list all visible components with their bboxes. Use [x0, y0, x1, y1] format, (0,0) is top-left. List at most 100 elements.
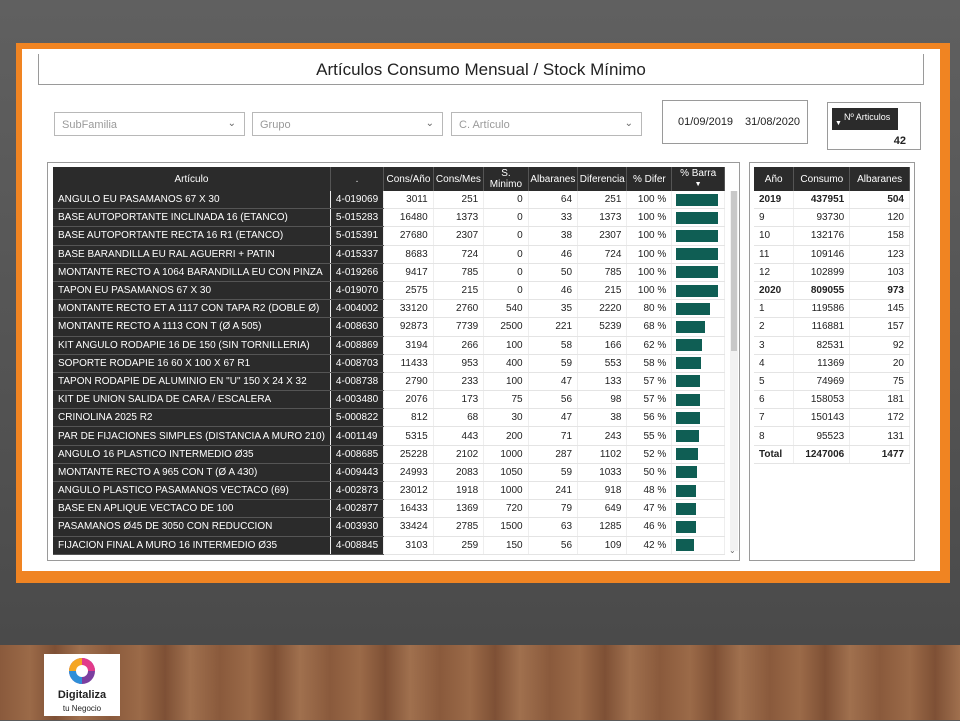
date-from[interactable]: 01/09/2019	[678, 116, 733, 128]
scrollbar-thumb[interactable]	[731, 191, 737, 351]
summary-row[interactable]: 5 74969 75	[754, 372, 910, 392]
table-row[interactable]: PAR DE FIJACIONES SIMPLES (DISTANCIA A M…	[53, 426, 725, 446]
col-header-albaranes[interactable]: Albaranes	[528, 167, 579, 191]
table-row[interactable]: MONTANTE RECTO A 965 CON T (Ø A 430) 4-00…	[53, 463, 725, 483]
dashboard-frame: Artículos Consumo Mensual / Stock Mínimo…	[16, 43, 950, 583]
table-row[interactable]: SOPORTE RODAPIE 16 60 X 100 X 67 R1 4-008…	[53, 354, 725, 373]
albaranes-cell: 59	[528, 463, 579, 483]
pct-difer-cell: 42 %	[626, 536, 673, 555]
subfamilia-dropdown[interactable]: SubFamilia ⌄	[54, 112, 245, 136]
summary-row[interactable]: Total 1247006 1477	[754, 445, 910, 464]
grupo-dropdown[interactable]: Grupo ⌄	[252, 112, 443, 136]
table-row[interactable]: MONTANTE RECTO A 1064 BARANDILLA EU CON …	[53, 263, 725, 282]
pct-barra-cell	[671, 372, 725, 392]
article-code-cell: 4-004002	[330, 299, 385, 319]
table-row[interactable]: KIT ANGULO RODAPIE 16 DE 150 (SIN TORNIL…	[53, 336, 725, 355]
diferencia-cell: 5239	[577, 317, 628, 337]
table-row[interactable]: TAPON RODAPIE DE ALUMINIO EN "U" 150 X 2…	[53, 372, 725, 392]
articles-table-body: ANGULO EU PASAMANOS 67 X 30 4-019069 3011 2…	[53, 191, 725, 555]
article-code-cell: 4-008703	[330, 354, 385, 373]
col-header-pct-barra[interactable]: % Barra ▼	[671, 167, 725, 191]
table-row[interactable]: BASE EN APLIQUE VECTACO DE 100 4-002877 16…	[53, 499, 725, 519]
scroll-down-icon[interactable]: ⌄	[729, 546, 736, 555]
col-header-pct-difer[interactable]: % Difer	[626, 167, 673, 191]
col-header-albaranes-summary[interactable]: Albaranes	[849, 167, 910, 191]
s-minimo-cell: 30	[483, 408, 529, 428]
albaranes-cell: 287	[528, 445, 579, 464]
chevron-down-icon: ⌄	[425, 118, 434, 129]
col-header-consumo[interactable]: Consumo	[793, 167, 851, 191]
pct-difer-cell: 52 %	[626, 445, 673, 464]
summary-row[interactable]: 9 93730 120	[754, 208, 910, 228]
col-header-articulo[interactable]: Artículo	[53, 167, 331, 191]
cons-ano-cell: 9417	[383, 263, 434, 282]
article-name-cell: SOPORTE RODAPIE 16 60 X 100 X 67 R1	[53, 354, 331, 373]
table-row[interactable]: ANGULO 16 PLASTICO INTERMEDIO Ø35 4-00868…	[53, 445, 725, 464]
col-header-ano[interactable]: Año	[754, 167, 795, 191]
table-row[interactable]: ANGULO EU PASAMANOS 67 X 30 4-019069 3011 2…	[53, 191, 725, 210]
summary-row[interactable]: 1 119586 145	[754, 299, 910, 319]
pct-barra-cell	[671, 281, 725, 301]
year-month-cell: 2019	[754, 191, 795, 210]
table-row[interactable]: PASAMANOS Ø45 DE 3050 CON REDUCCION 4-003…	[53, 517, 725, 537]
pct-barra-cell	[671, 299, 725, 319]
cons-mes-cell: 1373	[433, 208, 485, 228]
table-row[interactable]: CRINOLINA 2025 R2 5-000822 812 68 30 47 38 56 %	[53, 408, 725, 428]
summary-row[interactable]: 2020 809055 973	[754, 281, 910, 301]
consumo-cell: 74969	[793, 372, 851, 392]
table-row[interactable]: KIT DE UNION SALIDA DE CARA / ESCALERA 4-…	[53, 390, 725, 410]
articulo-dropdown[interactable]: C. Artículo ⌄	[451, 112, 642, 136]
col-header-code[interactable]: .	[330, 167, 385, 191]
table-row[interactable]: ANGULO PLASTICO PASAMANOS VECTACO (69) 4-…	[53, 481, 725, 501]
date-to[interactable]: 31/08/2020	[745, 116, 800, 128]
s-minimo-cell: 1500	[483, 517, 529, 537]
summary-row[interactable]: 10 132176 158	[754, 226, 910, 246]
summary-row[interactable]: 12 102899 103	[754, 263, 910, 282]
summary-row[interactable]: 7 150143 172	[754, 408, 910, 428]
pct-barra-cell	[671, 208, 725, 228]
year-month-cell: Total	[754, 445, 795, 464]
pct-difer-cell: 58 %	[626, 354, 673, 373]
col-header-cons-ano[interactable]: Cons/Año	[383, 167, 434, 191]
article-code-cell: 4-019266	[330, 263, 385, 282]
article-code-cell: 4-019070	[330, 281, 385, 301]
table-row[interactable]: MONTANTE RECTO ET A 1117 CON TAPA R2 (DO…	[53, 299, 725, 319]
cons-mes-cell: 251	[433, 191, 485, 210]
pct-bar	[676, 339, 703, 352]
diferencia-cell: 1102	[577, 445, 628, 464]
cons-mes-cell: 1369	[433, 499, 485, 519]
col-header-diferencia[interactable]: Diferencia	[577, 167, 628, 191]
articles-count-header[interactable]: ▼ Nº Articulos	[832, 108, 898, 130]
date-range-slicer: 01/09/2019 31/08/2020	[662, 100, 808, 144]
summary-row[interactable]: 3 82531 92	[754, 336, 910, 355]
table-row[interactable]: TAPON EU PASAMANOS 67 X 30 4-019070 2575 21…	[53, 281, 725, 301]
article-name-cell: BASE EN APLIQUE VECTACO DE 100	[53, 499, 331, 519]
article-name-cell: BASE BARANDILLA EU RAL AGUERRI + PATIN	[53, 245, 331, 264]
summary-row[interactable]: 8 95523 131	[754, 426, 910, 446]
table-row[interactable]: BASE AUTOPORTANTE RECTA 16 R1 (ETANCO) 5-…	[53, 226, 725, 246]
article-name-cell: KIT ANGULO RODAPIE 16 DE 150 (SIN TORNIL…	[53, 336, 331, 355]
pct-difer-cell: 56 %	[626, 408, 673, 428]
summary-row[interactable]: 11 109146 123	[754, 245, 910, 264]
diferencia-cell: 1373	[577, 208, 628, 228]
year-month-cell: 1	[754, 299, 795, 319]
year-month-cell: 2	[754, 317, 795, 337]
summary-row[interactable]: 2 116881 157	[754, 317, 910, 337]
col-header-s-minimo[interactable]: S. Minimo	[483, 167, 529, 191]
summary-row[interactable]: 2019 437951 504	[754, 191, 910, 210]
pct-bar	[676, 211, 719, 224]
diferencia-cell: 553	[577, 354, 628, 373]
table-row[interactable]: MONTANTE RECTO A 1113 CON T (Ø A 505) 4-0…	[53, 317, 725, 337]
table-row[interactable]: BASE BARANDILLA EU RAL AGUERRI + PATIN 4-…	[53, 245, 725, 264]
col-header-cons-mes[interactable]: Cons/Mes	[433, 167, 485, 191]
year-month-cell: 7	[754, 408, 795, 428]
table-row[interactable]: BASE AUTOPORTANTE INCLINADA 16 (ETANCO) 5…	[53, 208, 725, 228]
diferencia-cell: 109	[577, 536, 628, 555]
table-scrollbar[interactable]	[730, 191, 738, 551]
summary-row[interactable]: 4 11369 20	[754, 354, 910, 373]
pct-bar	[676, 229, 719, 242]
table-row[interactable]: FIJACION FINAL A MURO 16 INTERMEDIO Ø35 4…	[53, 536, 725, 555]
albaranes-cell: 221	[528, 317, 579, 337]
summary-row[interactable]: 6 158053 181	[754, 390, 910, 410]
s-minimo-cell: 720	[483, 499, 529, 519]
